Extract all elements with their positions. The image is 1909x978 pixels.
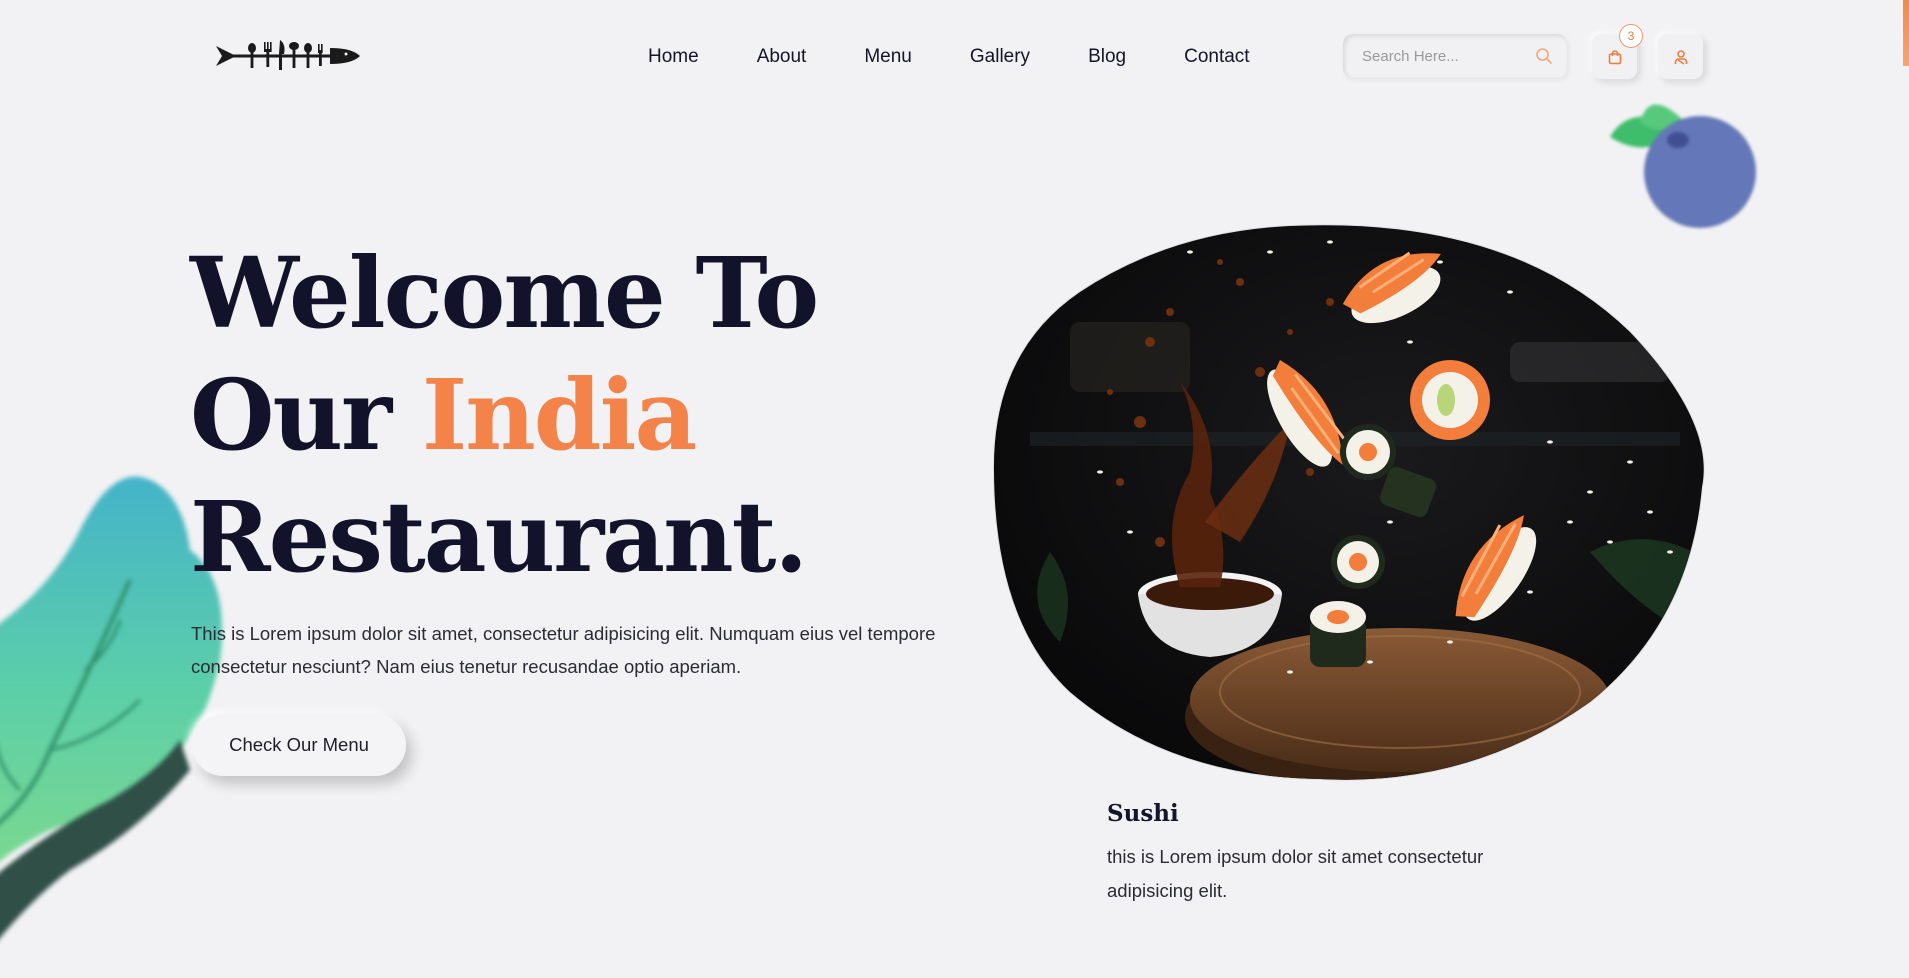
- shopping-bag-icon: [1608, 49, 1621, 64]
- search-input[interactable]: [1360, 46, 1535, 66]
- hero-title-accent: India: [422, 354, 697, 476]
- feature-title: Sushi: [1107, 800, 1179, 827]
- main-nav: Home About Menu Gallery Blog Contact: [648, 40, 1250, 74]
- search-icon[interactable]: [1535, 47, 1553, 65]
- logo[interactable]: [216, 36, 360, 76]
- nav-gallery[interactable]: Gallery: [970, 46, 1030, 68]
- feature-description: this is Lorem ipsum dolor sit amet conse…: [1107, 846, 1484, 901]
- user-icon: [1674, 49, 1687, 65]
- hero-title-line-3: Restaurant.: [190, 480, 808, 594]
- cart-button[interactable]: 3: [1592, 24, 1643, 79]
- cutlery-fish-logo-icon: [216, 40, 360, 70]
- page: Home About Menu Gallery Blog Contact 3: [0, 0, 1909, 978]
- hero-title-prefix: Our: [190, 358, 422, 472]
- nav-home[interactable]: Home: [648, 46, 699, 68]
- sushi-hero-image: [992, 224, 1705, 781]
- hero-title: Welcome To Our India Restaurant.: [190, 232, 819, 598]
- user-account-button[interactable]: [1658, 34, 1703, 79]
- check-menu-button[interactable]: Check Our Menu: [192, 714, 406, 776]
- nav-contact[interactable]: Contact: [1184, 46, 1249, 68]
- blueberry-decoration-icon: [1610, 104, 1756, 228]
- hero-title-line-2: Our India: [190, 354, 817, 476]
- nav-about[interactable]: About: [757, 46, 807, 68]
- nav-blog[interactable]: Blog: [1088, 46, 1126, 68]
- hero-description: This is Lorem ipsum dolor sit amet, cons…: [191, 623, 936, 677]
- hero-title-line-1: Welcome To: [190, 236, 819, 350]
- search-box: [1343, 34, 1567, 78]
- scrollbar-thumb[interactable]: [1903, 0, 1909, 66]
- nav-menu[interactable]: Menu: [864, 46, 912, 68]
- cart-count-badge: 3: [1619, 24, 1643, 48]
